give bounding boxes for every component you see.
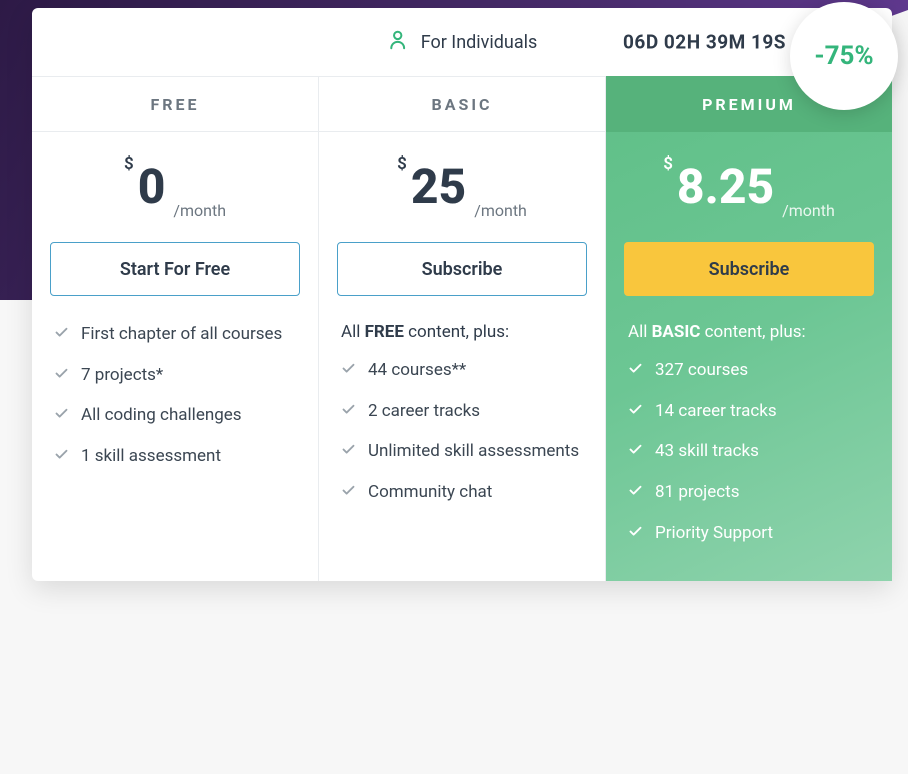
check-icon	[341, 361, 356, 376]
check-icon	[628, 442, 643, 457]
feature-item: 43 skill tracks	[628, 439, 870, 464]
plan-premium: PREMIUM $ 8.25 /month Subscribe All BASI…	[605, 76, 892, 581]
feature-item: 44 courses**	[341, 358, 583, 383]
start-free-button[interactable]: Start For Free	[50, 242, 300, 296]
plan-basic-features: All FREE content, plus: 44 courses** 2 ca…	[319, 322, 605, 541]
check-icon	[628, 483, 643, 498]
feature-item: 14 career tracks	[628, 399, 870, 424]
check-icon	[341, 442, 356, 457]
discount-badge: -75%	[790, 2, 898, 110]
feature-item: 327 courses	[628, 358, 870, 383]
plan-premium-features: All BASIC content, plus: 327 courses 14 c…	[606, 322, 892, 581]
feature-item: First chapter of all courses	[54, 322, 296, 347]
feature-text: 44 courses**	[368, 358, 466, 383]
feature-text: 7 projects*	[81, 363, 163, 388]
plan-basic-price: $ 25 /month	[319, 132, 605, 242]
plan-premium-price: $ 8.25 /month	[606, 132, 892, 242]
feature-text: Unlimited skill assessments	[368, 439, 579, 464]
plan-premium-lead: All BASIC content, plus:	[628, 322, 870, 342]
plan-free-features: First chapter of all courses 7 projects* A…	[32, 322, 318, 505]
feature-text: 327 courses	[655, 358, 748, 383]
currency-symbol: $	[124, 154, 134, 174]
top-row: For Individuals 06D 02H 39M 19S	[32, 8, 892, 76]
currency-symbol: $	[663, 154, 673, 174]
for-individuals-label: For Individuals	[421, 32, 538, 53]
feature-text: 1 skill assessment	[81, 444, 221, 469]
price-period: /month	[474, 201, 527, 220]
feature-item: 1 skill assessment	[54, 444, 296, 469]
check-icon	[54, 325, 69, 340]
feature-item: 81 projects	[628, 480, 870, 505]
feature-text: 43 skill tracks	[655, 439, 759, 464]
feature-item: Priority Support	[628, 521, 870, 546]
feature-text: 2 career tracks	[368, 399, 480, 424]
feature-text: 81 projects	[655, 480, 739, 505]
check-icon	[341, 402, 356, 417]
check-icon	[54, 447, 69, 462]
check-icon	[54, 366, 69, 381]
plans-row: FREE $ 0 /month Start For Free First cha…	[32, 76, 892, 581]
feature-text: First chapter of all courses	[81, 322, 282, 347]
pricing-card: For Individuals 06D 02H 39M 19S -75% FRE…	[32, 8, 892, 581]
price-period: /month	[782, 201, 835, 220]
feature-text: 14 career tracks	[655, 399, 777, 424]
plan-basic-header: BASIC	[319, 76, 605, 132]
currency-symbol: $	[397, 154, 407, 174]
subscribe-basic-button[interactable]: Subscribe	[337, 242, 587, 296]
plan-free-header: FREE	[32, 76, 318, 132]
for-individuals: For Individuals	[387, 29, 538, 56]
price-period: /month	[173, 201, 226, 220]
feature-text: Priority Support	[655, 521, 773, 546]
price-amount: 25	[411, 163, 466, 211]
plan-basic-lead: All FREE content, plus:	[341, 322, 583, 342]
subscribe-premium-button[interactable]: Subscribe	[624, 242, 874, 296]
countdown-timer: 06D 02H 39M 19S	[623, 31, 786, 54]
feature-item: 2 career tracks	[341, 399, 583, 424]
feature-item: 7 projects*	[54, 363, 296, 388]
check-icon	[628, 361, 643, 376]
plan-basic: BASIC $ 25 /month Subscribe All FREE con…	[318, 76, 605, 581]
feature-text: All coding challenges	[81, 403, 242, 428]
feature-item: All coding challenges	[54, 403, 296, 428]
feature-item: Unlimited skill assessments	[341, 439, 583, 464]
feature-item: Community chat	[341, 480, 583, 505]
check-icon	[628, 524, 643, 539]
check-icon	[341, 483, 356, 498]
check-icon	[628, 402, 643, 417]
price-amount: 0	[138, 163, 166, 211]
check-icon	[54, 406, 69, 421]
user-icon	[387, 29, 409, 56]
price-amount: 8.25	[677, 163, 774, 211]
feature-text: Community chat	[368, 480, 492, 505]
plan-free-price: $ 0 /month	[32, 132, 318, 242]
plan-free: FREE $ 0 /month Start For Free First cha…	[32, 76, 318, 581]
